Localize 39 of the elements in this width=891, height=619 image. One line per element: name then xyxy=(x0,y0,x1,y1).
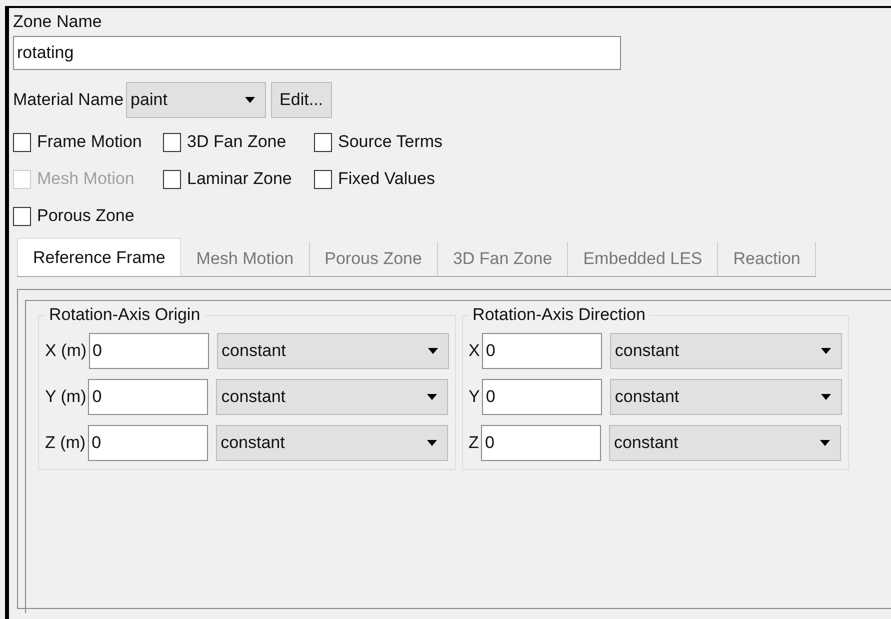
profile-dropdown[interactable]: constant xyxy=(216,333,449,369)
profile-dropdown[interactable]: constant xyxy=(216,425,448,461)
tab[interactable]: Reference Frame xyxy=(17,238,182,276)
profile-dropdown[interactable]: constant xyxy=(608,425,841,461)
value-field[interactable]: 0 xyxy=(482,379,602,415)
edit-button[interactable]: Edit... xyxy=(270,82,332,118)
zone-name-field[interactable]: rotating xyxy=(13,36,621,70)
axis-label: X xyxy=(468,341,480,361)
value-field[interactable]: 0 xyxy=(482,333,602,369)
caret-icon xyxy=(428,348,438,354)
checkbox-option[interactable]: Porous Zone xyxy=(13,206,163,226)
value-field[interactable]: 0 xyxy=(480,425,601,461)
axis-label: Z xyxy=(468,433,479,453)
group-title: Rotation-Axis Origin xyxy=(48,305,202,325)
profile-dropdown[interactable]: constant xyxy=(610,333,842,369)
axis-label: Y xyxy=(468,387,480,407)
checkbox-option[interactable]: 3D Fan Zone xyxy=(163,132,314,152)
value-field[interactable]: 0 xyxy=(88,425,208,461)
value-field[interactable]: 0 xyxy=(88,333,209,369)
checkbox-option[interactable]: Frame Motion xyxy=(13,132,163,152)
axis-label: Y (m) xyxy=(45,387,86,407)
axis-label: Z (m) xyxy=(45,433,86,453)
caret-icon xyxy=(426,440,437,446)
checkbox-option[interactable]: Source Terms xyxy=(314,132,474,152)
caret-icon xyxy=(427,394,438,400)
material-name-label: Material Name xyxy=(13,90,124,110)
axis-label: X (m) xyxy=(45,341,87,361)
caret-icon xyxy=(820,440,830,446)
material-dropdown[interactable]: paint xyxy=(126,82,266,118)
value-field[interactable]: 0 xyxy=(88,379,208,415)
caret-icon xyxy=(820,348,831,354)
profile-dropdown[interactable]: constant xyxy=(610,379,842,415)
caret-icon xyxy=(820,394,831,400)
group-title: Rotation-Axis Direction xyxy=(472,305,646,325)
checkbox-option[interactable]: Laminar Zone xyxy=(163,169,314,189)
profile-dropdown[interactable]: constant xyxy=(216,379,448,415)
checkbox-option[interactable]: Fixed Values xyxy=(314,169,474,189)
caret-icon xyxy=(244,97,255,103)
zone-name-label: Zone Name xyxy=(13,12,102,32)
